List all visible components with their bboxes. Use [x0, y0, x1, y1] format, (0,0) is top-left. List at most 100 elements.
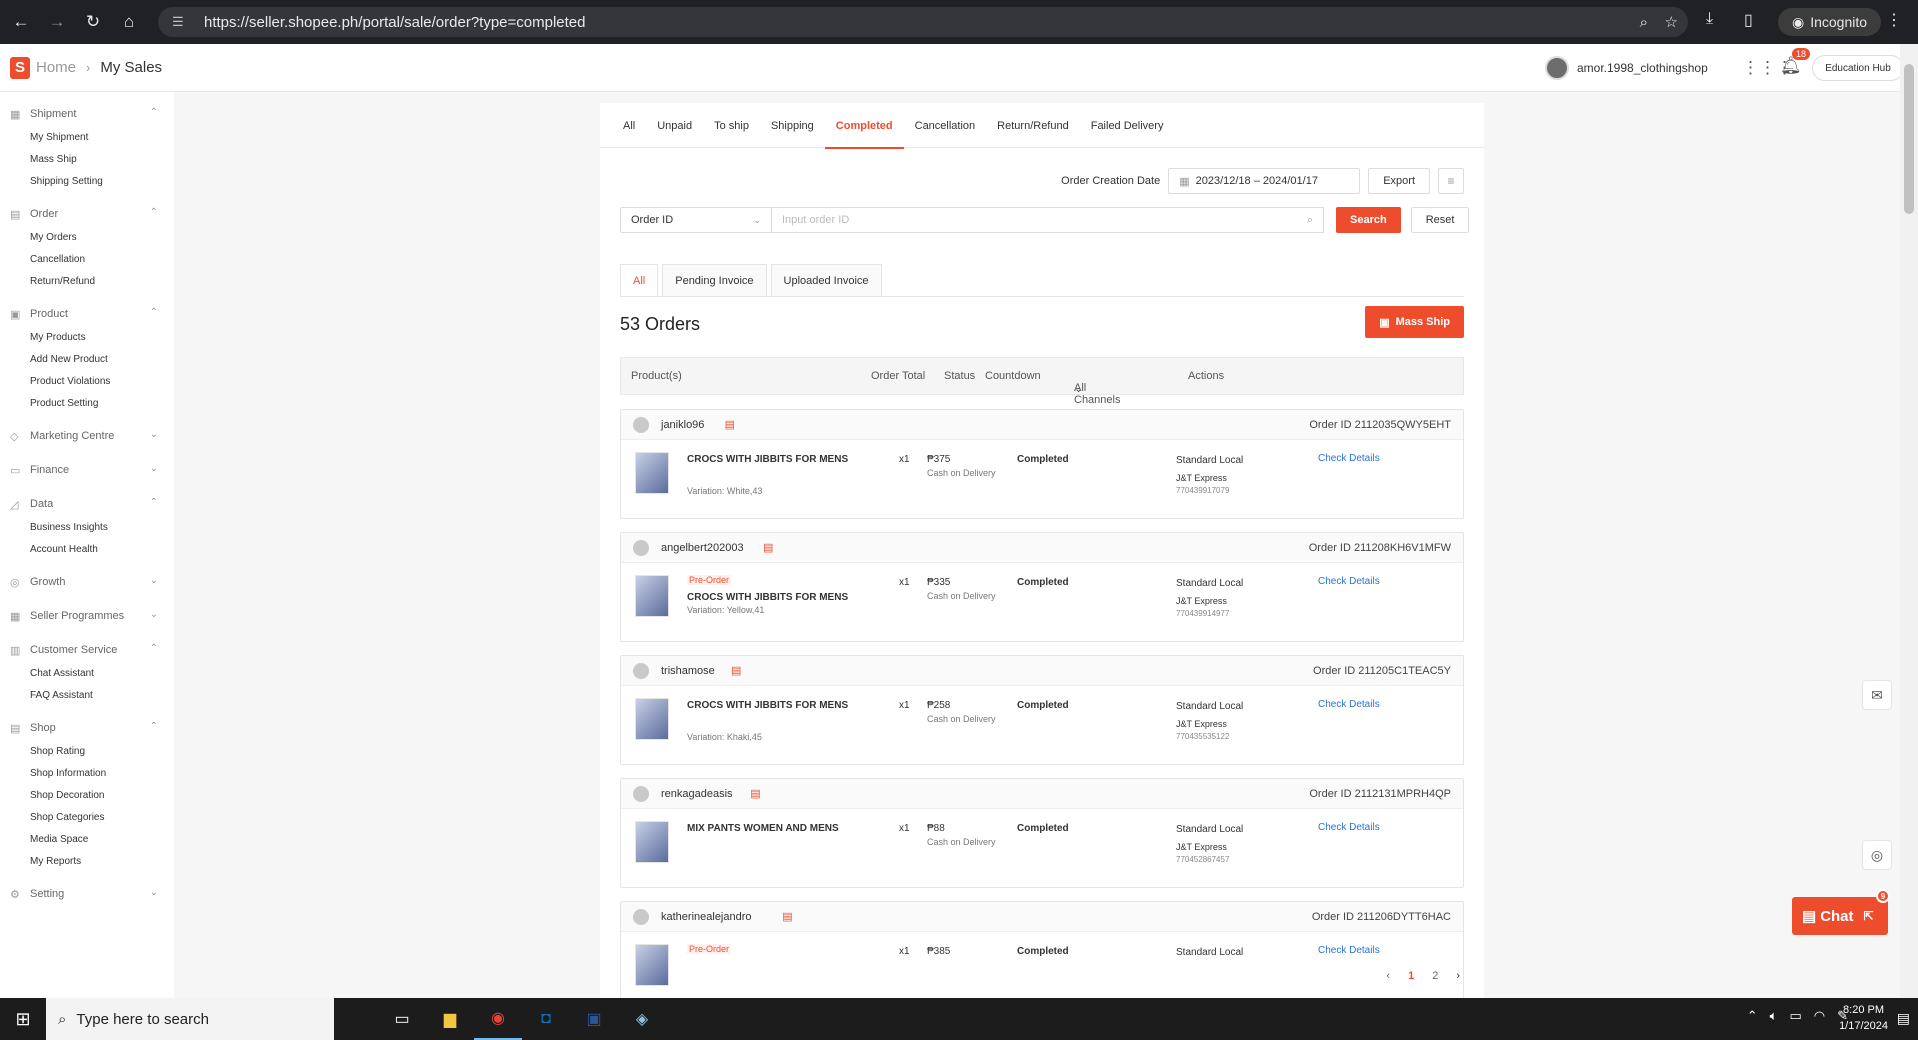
sidebar-item-shipping-setting[interactable]: Shipping Setting — [0, 170, 174, 192]
sidebar-section-header[interactable]: ▣ Product ⌃ — [0, 302, 174, 326]
chat-button[interactable]: ▤ Chat ⇱ 9 — [1792, 889, 1890, 935]
reset-button[interactable]: Reset — [1410, 207, 1470, 233]
breadcrumb-home[interactable]: Home — [36, 59, 76, 76]
sidebar-item-shop-information[interactable]: Shop Information — [0, 762, 174, 784]
check-details-link[interactable]: Check Details — [1318, 822, 1380, 833]
sidebar-item-my-orders[interactable]: My Orders — [0, 226, 174, 248]
chat-buyer-icon[interactable]: ▤ — [763, 541, 773, 554]
mass-ship-button[interactable]: ▣ Mass Ship — [1365, 306, 1464, 338]
chat-buyer-icon[interactable]: ▤ — [731, 664, 741, 677]
subtab-all[interactable]: All — [620, 264, 659, 296]
download-icon[interactable]: ⤓ — [1706, 10, 1713, 28]
sidebar-item-return-refund[interactable]: Return/Refund — [0, 270, 174, 292]
tab-shipping[interactable]: Shipping — [760, 103, 825, 148]
check-details-link[interactable]: Check Details — [1318, 576, 1380, 587]
sidebar-item-account-health[interactable]: Account Health — [0, 538, 174, 560]
buyer-name[interactable]: janiklo96 — [661, 419, 704, 431]
sidebar-item-my-reports[interactable]: My Reports — [0, 850, 174, 872]
order-id-input[interactable]: Input order ID ⌕ — [772, 207, 1324, 233]
prev-page-icon[interactable]: ‹ — [1386, 970, 1390, 982]
address-bar[interactable]: ☰ https://seller.shopee.ph/portal/sale/o… — [158, 7, 1688, 37]
chrome-icon[interactable]: ◉ — [474, 998, 522, 1040]
sidebar-item-faq-assistant[interactable]: FAQ Assistant — [0, 684, 174, 706]
inbox-icon[interactable]: ✉ — [1862, 680, 1892, 710]
tab-to-ship[interactable]: To ship — [703, 103, 760, 148]
photos-icon[interactable]: ◈ — [618, 998, 666, 1040]
tab-return-refund[interactable]: Return/Refund — [986, 103, 1080, 148]
user-menu[interactable]: amor.1998_clothingshop — [1545, 56, 1708, 80]
sidebar-section-header[interactable]: ▦ Shipment ⌃ — [0, 102, 174, 126]
check-details-link[interactable]: Check Details — [1318, 945, 1380, 956]
buyer-name[interactable]: renkagadeasis — [661, 788, 733, 800]
sidebar-section-header[interactable]: ◇ Marketing Centre ⌄ — [0, 424, 174, 448]
sidebar-section-header[interactable]: ⚙ Setting ⌄ — [0, 882, 174, 906]
site-settings-icon[interactable]: ☰ — [172, 14, 190, 30]
notification-bell-icon[interactable]: 🔔︎ 18 — [1780, 48, 1811, 76]
sidebar-section-header[interactable]: ◿ Data ⌃ — [0, 492, 174, 516]
battery-icon[interactable]: ▭ — [1789, 1008, 1801, 1024]
sidebar-item-mass-ship[interactable]: Mass Ship — [0, 148, 174, 170]
tab-completed[interactable]: Completed — [824, 103, 904, 149]
chat-buyer-icon[interactable]: ▤ — [750, 787, 760, 800]
export-list-icon[interactable]: ≡ — [1438, 168, 1464, 194]
sidebar-item-my-shipment[interactable]: My Shipment — [0, 126, 174, 148]
date-range-picker[interactable]: ▦ 2023/12/18 – 2024/01/17 — [1168, 168, 1361, 194]
page-2[interactable]: 2 — [1432, 970, 1438, 982]
volume-icon[interactable]: 🔈︎ — [1770, 1008, 1778, 1024]
search-field-select[interactable]: Order ID ⌄ — [620, 207, 772, 233]
buyer-name[interactable]: trishamose — [661, 665, 715, 677]
sidebar-item-product-setting[interactable]: Product Setting — [0, 392, 174, 414]
forward-icon[interactable]: → — [42, 7, 72, 37]
taskbar-search[interactable]: ⌕ Type here to search — [46, 998, 334, 1040]
zoom-icon[interactable]: ⌕ — [1640, 14, 1648, 31]
chat-buyer-icon[interactable]: ▤ — [725, 418, 735, 431]
side-panel-icon[interactable]: ▯ — [1744, 10, 1753, 30]
home-icon[interactable]: ⌂ — [114, 7, 144, 37]
export-button[interactable]: Export — [1368, 168, 1430, 194]
tab-unpaid[interactable]: Unpaid — [646, 103, 703, 148]
sidebar-item-cancellation[interactable]: Cancellation — [0, 248, 174, 270]
outlook-icon[interactable]: ◘ — [522, 998, 570, 1040]
product-thumbnail[interactable] — [635, 944, 669, 986]
tab-failed-delivery[interactable]: Failed Delivery — [1080, 103, 1175, 148]
check-details-link[interactable]: Check Details — [1318, 453, 1380, 464]
reload-icon[interactable]: ↻ — [78, 7, 108, 37]
sidebar-section-header[interactable]: ▤ Shop ⌃ — [0, 716, 174, 740]
buyer-name[interactable]: katherinealejandro — [661, 911, 752, 923]
bookmark-star-icon[interactable]: ☆ — [1665, 13, 1678, 31]
tab-cancellation[interactable]: Cancellation — [904, 103, 987, 148]
incognito-badge[interactable]: ◉ Incognito — [1778, 8, 1882, 36]
sidebar-item-business-insights[interactable]: Business Insights — [0, 516, 174, 538]
page-scrollbar[interactable] — [1900, 44, 1918, 998]
sidebar-section-header[interactable]: ▭ Finance ⌄ — [0, 458, 174, 482]
sidebar-item-shop-rating[interactable]: Shop Rating — [0, 740, 174, 762]
file-explorer-icon[interactable]: ▆ — [426, 998, 474, 1040]
scrollbar-thumb[interactable] — [1904, 64, 1914, 214]
next-page-icon[interactable]: › — [1456, 970, 1460, 982]
sidebar-item-media-space[interactable]: Media Space — [0, 828, 174, 850]
sidebar-item-chat-assistant[interactable]: Chat Assistant — [0, 662, 174, 684]
system-clock[interactable]: 8:20 PM 1/17/2024 — [1839, 1002, 1888, 1034]
page-1[interactable]: 1 — [1408, 970, 1414, 982]
sidebar-item-add-new-product[interactable]: Add New Product — [0, 348, 174, 370]
sidebar-item-product-violations[interactable]: Product Violations — [0, 370, 174, 392]
tray-chevron-icon[interactable]: ⌃ — [1747, 1008, 1758, 1024]
support-headset-icon[interactable]: ◎ — [1862, 840, 1892, 870]
notification-center-icon[interactable]: ▤ — [1897, 1010, 1910, 1027]
windows-start-icon[interactable]: ⊞ — [0, 998, 46, 1040]
sidebar-section-header[interactable]: ▤ Order ⌃ — [0, 202, 174, 226]
tab-all[interactable]: All — [612, 103, 646, 148]
browser-menu-icon[interactable]: ⋮ — [1886, 10, 1902, 30]
check-details-link[interactable]: Check Details — [1318, 699, 1380, 710]
product-thumbnail[interactable] — [635, 452, 669, 494]
chat-buyer-icon[interactable]: ▤ — [782, 910, 792, 923]
buyer-name[interactable]: angelbert202003 — [661, 542, 744, 554]
word-icon[interactable]: ▣ — [570, 998, 618, 1040]
education-hub-button[interactable]: Education Hub — [1812, 55, 1904, 81]
sidebar-item-shop-categories[interactable]: Shop Categories — [0, 806, 174, 828]
subtab-uploaded-invoice[interactable]: Uploaded Invoice — [770, 264, 882, 296]
wifi-icon[interactable]: ◠ — [1814, 1008, 1825, 1024]
sidebar-section-header[interactable]: ▦ Seller Programmes ⌄ — [0, 604, 174, 628]
sidebar-item-my-products[interactable]: My Products — [0, 326, 174, 348]
back-icon[interactable]: ← — [6, 7, 36, 37]
